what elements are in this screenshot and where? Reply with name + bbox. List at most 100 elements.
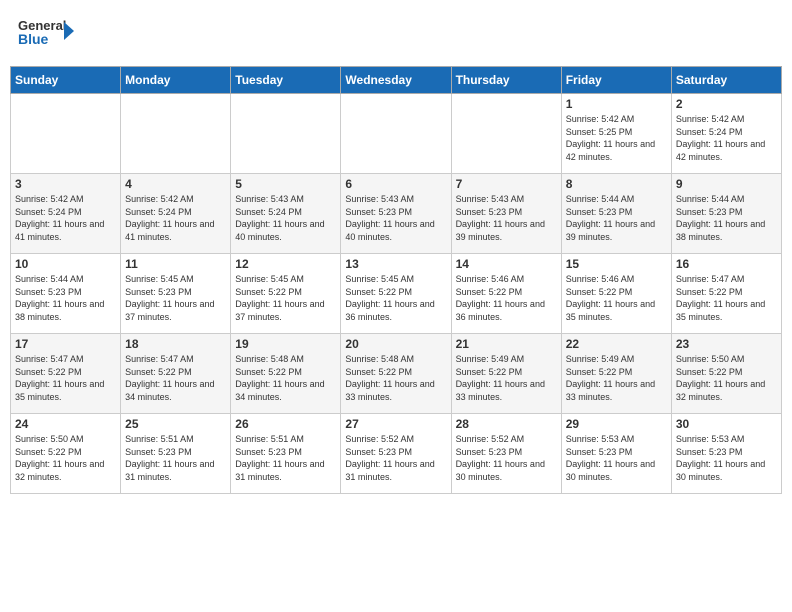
day-number: 24 [15,417,116,431]
day-number: 5 [235,177,336,191]
day-info: Sunrise: 5:45 AM Sunset: 5:23 PM Dayligh… [125,273,226,323]
day-info: Sunrise: 5:53 AM Sunset: 5:23 PM Dayligh… [676,433,777,483]
calendar-cell: 17 Sunrise: 5:47 AM Sunset: 5:22 PM Dayli… [11,334,121,414]
calendar-cell: 12 Sunrise: 5:45 AM Sunset: 5:22 PM Dayli… [231,254,341,334]
calendar-cell: 14 Sunrise: 5:46 AM Sunset: 5:22 PM Dayli… [451,254,561,334]
day-info: Sunrise: 5:47 AM Sunset: 5:22 PM Dayligh… [15,353,116,403]
day-info: Sunrise: 5:42 AM Sunset: 5:24 PM Dayligh… [676,113,777,163]
day-number: 6 [345,177,446,191]
logo: GeneralBlue [18,14,78,54]
day-number: 27 [345,417,446,431]
day-number: 9 [676,177,777,191]
day-info: Sunrise: 5:47 AM Sunset: 5:22 PM Dayligh… [125,353,226,403]
calendar-week-4: 17 Sunrise: 5:47 AM Sunset: 5:22 PM Dayli… [11,334,782,414]
calendar-cell: 2 Sunrise: 5:42 AM Sunset: 5:24 PM Daylig… [671,94,781,174]
column-header-saturday: Saturday [671,67,781,94]
day-number: 2 [676,97,777,111]
day-number: 14 [456,257,557,271]
calendar-cell: 15 Sunrise: 5:46 AM Sunset: 5:22 PM Dayli… [561,254,671,334]
calendar-cell: 21 Sunrise: 5:49 AM Sunset: 5:22 PM Dayli… [451,334,561,414]
day-number: 10 [15,257,116,271]
calendar-cell [121,94,231,174]
logo-svg: GeneralBlue [18,14,78,54]
calendar-cell: 30 Sunrise: 5:53 AM Sunset: 5:23 PM Dayli… [671,414,781,494]
calendar-cell: 11 Sunrise: 5:45 AM Sunset: 5:23 PM Dayli… [121,254,231,334]
day-info: Sunrise: 5:49 AM Sunset: 5:22 PM Dayligh… [566,353,667,403]
calendar-cell: 3Sunrise: 5:42 AM Sunset: 5:24 PM Daylig… [11,174,121,254]
page-header: GeneralBlue [10,10,782,58]
calendar-cell: 25 Sunrise: 5:51 AM Sunset: 5:23 PM Dayli… [121,414,231,494]
day-number: 26 [235,417,336,431]
calendar-cell: 4 Sunrise: 5:42 AM Sunset: 5:24 PM Daylig… [121,174,231,254]
calendar-cell: 19 Sunrise: 5:48 AM Sunset: 5:22 PM Dayli… [231,334,341,414]
calendar-table: SundayMondayTuesdayWednesdayThursdayFrid… [10,66,782,494]
calendar-cell: 24 Sunrise: 5:50 AM Sunset: 5:22 PM Dayli… [11,414,121,494]
day-info: Sunrise: 5:42 AM Sunset: 5:25 PM Dayligh… [566,113,667,163]
calendar-cell: 26Sunrise: 5:51 AM Sunset: 5:23 PM Dayli… [231,414,341,494]
day-number: 23 [676,337,777,351]
day-number: 28 [456,417,557,431]
day-number: 18 [125,337,226,351]
day-number: 30 [676,417,777,431]
day-info: Sunrise: 5:51 AM Sunset: 5:23 PM Dayligh… [125,433,226,483]
calendar-cell: 28 Sunrise: 5:52 AM Sunset: 5:23 PM Dayli… [451,414,561,494]
day-info: Sunrise: 5:42 AM Sunset: 5:24 PM Dayligh… [15,193,116,243]
calendar-cell [231,94,341,174]
calendar-cell: 23Sunrise: 5:50 AM Sunset: 5:22 PM Dayli… [671,334,781,414]
calendar-cell [11,94,121,174]
day-info: Sunrise: 5:47 AM Sunset: 5:22 PM Dayligh… [676,273,777,323]
day-number: 16 [676,257,777,271]
day-number: 12 [235,257,336,271]
calendar-cell [451,94,561,174]
day-number: 25 [125,417,226,431]
day-number: 20 [345,337,446,351]
day-number: 17 [15,337,116,351]
day-number: 19 [235,337,336,351]
day-number: 13 [345,257,446,271]
day-number: 21 [456,337,557,351]
calendar-cell: 5 Sunrise: 5:43 AM Sunset: 5:24 PM Daylig… [231,174,341,254]
day-info: Sunrise: 5:44 AM Sunset: 5:23 PM Dayligh… [15,273,116,323]
calendar-cell: 20Sunrise: 5:48 AM Sunset: 5:22 PM Dayli… [341,334,451,414]
column-header-tuesday: Tuesday [231,67,341,94]
day-info: Sunrise: 5:52 AM Sunset: 5:23 PM Dayligh… [456,433,557,483]
calendar-cell: 9 Sunrise: 5:44 AM Sunset: 5:23 PM Daylig… [671,174,781,254]
day-info: Sunrise: 5:50 AM Sunset: 5:22 PM Dayligh… [15,433,116,483]
calendar-header-row: SundayMondayTuesdayWednesdayThursdayFrid… [11,67,782,94]
column-header-monday: Monday [121,67,231,94]
calendar-cell: 1Sunrise: 5:42 AM Sunset: 5:25 PM Daylig… [561,94,671,174]
day-info: Sunrise: 5:52 AM Sunset: 5:23 PM Dayligh… [345,433,446,483]
calendar-cell: 27 Sunrise: 5:52 AM Sunset: 5:23 PM Dayli… [341,414,451,494]
day-number: 15 [566,257,667,271]
calendar-cell: 22 Sunrise: 5:49 AM Sunset: 5:22 PM Dayli… [561,334,671,414]
day-info: Sunrise: 5:49 AM Sunset: 5:22 PM Dayligh… [456,353,557,403]
day-info: Sunrise: 5:43 AM Sunset: 5:23 PM Dayligh… [345,193,446,243]
day-number: 4 [125,177,226,191]
calendar-cell [341,94,451,174]
calendar-cell: 13Sunrise: 5:45 AM Sunset: 5:22 PM Dayli… [341,254,451,334]
svg-text:Blue: Blue [18,31,49,47]
day-info: Sunrise: 5:44 AM Sunset: 5:23 PM Dayligh… [566,193,667,243]
column-header-sunday: Sunday [11,67,121,94]
calendar-week-3: 10 Sunrise: 5:44 AM Sunset: 5:23 PM Dayli… [11,254,782,334]
calendar-cell: 10 Sunrise: 5:44 AM Sunset: 5:23 PM Dayli… [11,254,121,334]
calendar-cell: 6 Sunrise: 5:43 AM Sunset: 5:23 PM Daylig… [341,174,451,254]
column-header-friday: Friday [561,67,671,94]
day-info: Sunrise: 5:46 AM Sunset: 5:22 PM Dayligh… [456,273,557,323]
day-number: 22 [566,337,667,351]
day-info: Sunrise: 5:46 AM Sunset: 5:22 PM Dayligh… [566,273,667,323]
day-number: 7 [456,177,557,191]
calendar-cell: 8 Sunrise: 5:44 AM Sunset: 5:23 PM Daylig… [561,174,671,254]
day-info: Sunrise: 5:42 AM Sunset: 5:24 PM Dayligh… [125,193,226,243]
column-header-thursday: Thursday [451,67,561,94]
day-info: Sunrise: 5:45 AM Sunset: 5:22 PM Dayligh… [235,273,336,323]
day-info: Sunrise: 5:43 AM Sunset: 5:24 PM Dayligh… [235,193,336,243]
day-info: Sunrise: 5:44 AM Sunset: 5:23 PM Dayligh… [676,193,777,243]
day-info: Sunrise: 5:53 AM Sunset: 5:23 PM Dayligh… [566,433,667,483]
day-info: Sunrise: 5:48 AM Sunset: 5:22 PM Dayligh… [235,353,336,403]
calendar-week-1: 1Sunrise: 5:42 AM Sunset: 5:25 PM Daylig… [11,94,782,174]
day-number: 8 [566,177,667,191]
calendar-week-2: 3Sunrise: 5:42 AM Sunset: 5:24 PM Daylig… [11,174,782,254]
day-number: 11 [125,257,226,271]
column-header-wednesday: Wednesday [341,67,451,94]
